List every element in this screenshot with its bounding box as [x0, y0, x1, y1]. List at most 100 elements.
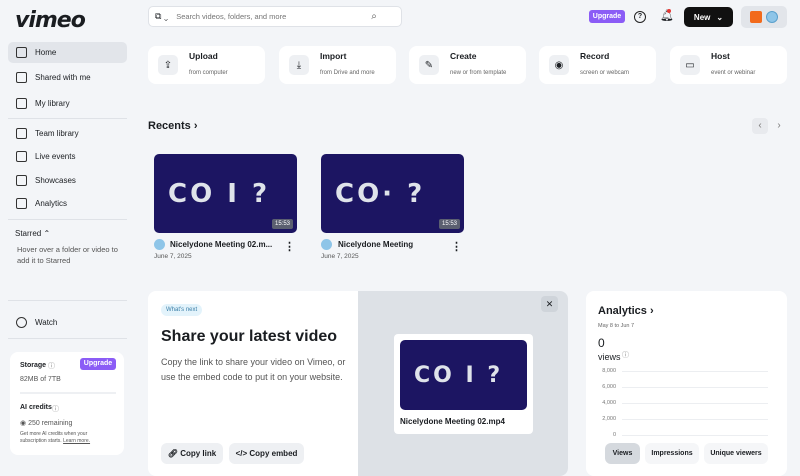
thumb-art: CO· ?: [335, 178, 426, 209]
tab-unique-viewers[interactable]: Unique viewers: [704, 443, 768, 464]
info-icon: ⓘ: [48, 363, 55, 370]
create-action[interactable]: ✎ Create new or from template: [409, 46, 526, 84]
divider: [8, 338, 127, 339]
storage-used: 82MB of 7TB: [20, 376, 61, 383]
share-card: What's next Share your latest video Copy…: [148, 291, 568, 476]
sidebar-item-live-events[interactable]: Live events: [8, 146, 127, 167]
search-icon[interactable]: ⌕: [371, 11, 377, 22]
label: Copy embed: [249, 449, 298, 458]
home-icon: [16, 47, 27, 58]
info-icon: ⓘ: [52, 406, 59, 413]
starred-toggle[interactable]: Starred ⌃: [15, 229, 50, 238]
record-icon: ◉: [549, 55, 569, 75]
import-action[interactable]: ⤓ Import from Drive and more: [279, 46, 396, 84]
more-icon[interactable]: ⋮: [284, 240, 295, 253]
tab-views[interactable]: Views: [605, 443, 640, 464]
label: Live events: [35, 152, 76, 161]
search-bar[interactable]: ⧉ ⌄ ⌕: [148, 6, 402, 27]
search-input[interactable]: [176, 12, 372, 21]
avatar: [766, 11, 778, 23]
showcase-icon: [16, 175, 27, 186]
copy-link-button[interactable]: 🔗︎ Copy link: [161, 443, 223, 464]
gridline: [622, 371, 768, 372]
next-button[interactable]: ›: [771, 118, 787, 134]
sidebar-item-analytics[interactable]: Analytics: [8, 193, 127, 214]
ai-remaining: ◉ 250 remaining: [20, 419, 72, 427]
y-tick: 6,000: [602, 384, 616, 390]
views-count: 0: [598, 336, 605, 350]
label: Analytics: [35, 199, 68, 208]
divider: [8, 118, 127, 119]
storage-upgrade-button[interactable]: Upgrade: [80, 358, 116, 370]
gridline: [622, 419, 768, 420]
preview-thumbnail: CO I ?: [400, 340, 527, 410]
copy-embed-button[interactable]: </> Copy embed: [229, 443, 304, 464]
import-icon: ⤓: [289, 55, 309, 75]
action-title: Upload: [189, 51, 218, 61]
share-body: Copy the link to share your video on Vim…: [161, 357, 346, 382]
y-tick: 8,000: [602, 368, 616, 374]
sidebar-item-team-library[interactable]: Team library: [8, 123, 127, 144]
chevron-down-icon: ⌄: [716, 12, 724, 22]
duration-badge: 15:53: [438, 219, 460, 229]
close-button[interactable]: ✕: [541, 296, 558, 312]
recents-link[interactable]: Recents ›: [148, 120, 198, 132]
analytics-title: Analytics: [598, 305, 647, 317]
preview-card: CO I ? Nicelydone Meeting 02.mp4: [394, 334, 533, 434]
preview-panel: ✕ CO I ? Nicelydone Meeting 02.mp4: [358, 291, 568, 476]
record-action[interactable]: ◉ Record screen or webcam: [539, 46, 656, 84]
video-thumbnail[interactable]: CO· ? 15:53: [321, 154, 464, 233]
analytics-link[interactable]: Analytics ›: [598, 305, 654, 317]
action-title: Record: [580, 51, 610, 61]
tab-impressions[interactable]: Impressions: [645, 443, 699, 464]
chevron-right-icon: ›: [649, 305, 654, 317]
action-sub: new or from template: [450, 70, 507, 76]
thumb-art: CO I ?: [168, 178, 271, 209]
learn-more-link[interactable]: Learn more.: [63, 438, 90, 444]
action-title: Import: [320, 51, 347, 61]
recents-title: Recents: [148, 120, 191, 132]
create-icon: ✎: [419, 55, 439, 75]
label: Watch: [35, 318, 58, 327]
duration-badge: 15:53: [271, 219, 293, 229]
help-icon[interactable]: ?: [634, 11, 646, 23]
sidebar-item-shared[interactable]: Shared with me: [8, 67, 127, 88]
label: Copy link: [180, 449, 217, 458]
host-action[interactable]: ▭ Host event or webinar: [670, 46, 787, 84]
library-filter-icon[interactable]: ⧉ ⌄: [155, 11, 168, 22]
label: Shared with me: [35, 73, 91, 82]
watch-icon: [16, 317, 27, 328]
divider: [8, 219, 127, 220]
avatar: [321, 239, 332, 250]
upload-action[interactable]: ⇪ Upload from computer: [148, 46, 265, 84]
new-button[interactable]: New ⌄: [684, 7, 733, 27]
sidebar-item-watch[interactable]: Watch: [8, 312, 127, 333]
date-range: May 8 to Jun 7: [598, 323, 635, 329]
action-title: Host: [711, 51, 730, 61]
label: Team library: [35, 129, 79, 138]
video-title[interactable]: Nicelydone Meeting: [338, 240, 413, 249]
vimeo-logo[interactable]: vimeo: [15, 8, 86, 33]
users-icon: [16, 72, 27, 83]
sidebar-item-my-library[interactable]: My library: [8, 93, 127, 114]
account-switcher[interactable]: [741, 6, 787, 28]
action-title: Create: [450, 51, 477, 61]
gridline: [622, 435, 768, 436]
sidebar-item-showcases[interactable]: Showcases: [8, 170, 127, 191]
video-title[interactable]: Nicelydone Meeting 02.m...: [170, 240, 272, 249]
sidebar-item-home[interactable]: Home: [8, 42, 127, 63]
more-icon[interactable]: ⋮: [451, 240, 462, 253]
chevron-up-icon: ⌃: [43, 229, 51, 238]
upgrade-button[interactable]: Upgrade: [589, 10, 625, 23]
storage-bar: [20, 392, 116, 394]
ai-credits-title: AI credits: [20, 404, 52, 411]
prev-button[interactable]: ‹: [752, 118, 768, 134]
video-date: June 7, 2025: [321, 253, 359, 260]
y-tick: 0: [612, 432, 616, 438]
avatar: [154, 239, 165, 250]
new-label: New: [693, 12, 711, 22]
video-thumbnail[interactable]: CO I ? 15:53: [154, 154, 297, 233]
bell-icon[interactable]: 🔔︎: [660, 9, 674, 22]
gridline: [622, 387, 768, 388]
library-icon: [16, 98, 27, 109]
